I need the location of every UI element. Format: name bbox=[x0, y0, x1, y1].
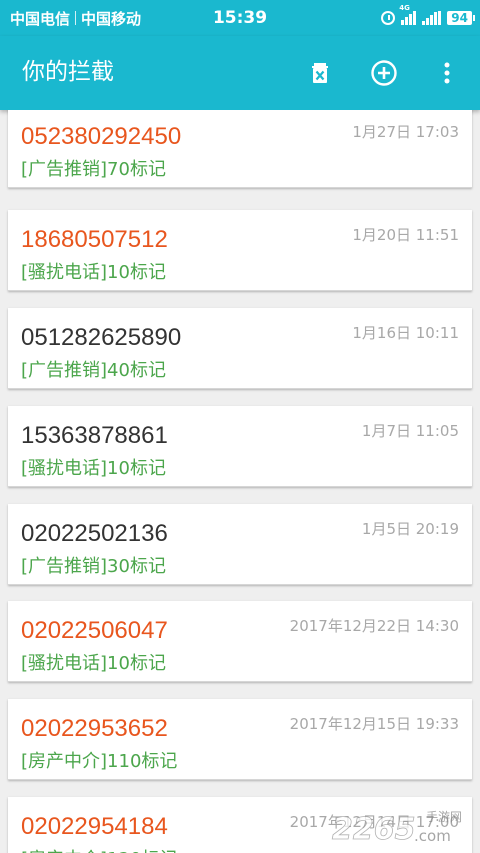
call-time: 1月7日 11:05 bbox=[361, 422, 459, 440]
mark-label: [房产中介]120标记 bbox=[21, 845, 177, 853]
mark-label: [房产中介]110标记 bbox=[21, 751, 178, 772]
blocked-call-list: 052380292450 [广告推销]70标记 1月27日 17:03 1868… bbox=[0, 110, 480, 853]
battery-icon: 94 bbox=[447, 11, 475, 25]
call-item[interactable]: 02022953652 [房产中介]110标记 2017年12月15日 19:3… bbox=[8, 699, 472, 780]
call-time: 1月20日 11:51 bbox=[352, 226, 459, 244]
network-type: 4G bbox=[399, 4, 410, 12]
call-time: 1月5日 20:19 bbox=[361, 520, 459, 538]
call-item[interactable]: 051282625890 [广告推销]40标记 1月16日 10:11 bbox=[8, 308, 472, 389]
mark-label: [广告推销]30标记 bbox=[21, 556, 166, 577]
phone-number: 052380292450 bbox=[21, 123, 182, 150]
trash-x-icon[interactable] bbox=[305, 58, 335, 88]
alarm-icon bbox=[381, 11, 396, 25]
mark-label: [骚扰电话]10标记 bbox=[21, 458, 166, 479]
watermark-label: 手游网 bbox=[426, 810, 462, 824]
call-time: 2017年12月22日 14:30 bbox=[289, 617, 459, 635]
signal-icon bbox=[422, 11, 442, 25]
call-time: 1月27日 17:03 bbox=[352, 123, 459, 141]
status-indicators: 4G 94 bbox=[381, 0, 475, 36]
app-bar: 你的拦截 bbox=[0, 36, 480, 110]
phone-number: 02022502136 bbox=[21, 520, 168, 547]
phone-number: 18680507512 bbox=[21, 226, 168, 253]
call-item[interactable]: 02022502136 [广告推销]30标记 1月5日 20:19 bbox=[8, 504, 472, 585]
phone-number: 02022953652 bbox=[21, 715, 168, 742]
more-vert-icon[interactable] bbox=[432, 58, 462, 88]
call-item[interactable]: 02022506047 [骚扰电话]10标记 2017年12月22日 14:30 bbox=[8, 601, 472, 682]
mark-label: [广告推销]70标记 bbox=[21, 159, 166, 180]
call-time: 1月16日 10:11 bbox=[352, 324, 459, 342]
call-item[interactable]: 15363878861 [骚扰电话]10标记 1月7日 11:05 bbox=[8, 406, 472, 487]
mark-label: [骚扰电话]10标记 bbox=[21, 653, 166, 674]
phone-number: 02022954184 bbox=[21, 813, 168, 840]
phone-number: 051282625890 bbox=[21, 324, 182, 351]
watermark-domain: .com bbox=[414, 827, 451, 845]
status-bar: 中国电信 中国移动 15:39 4G 94 bbox=[0, 0, 480, 36]
call-time: 2017年12月15日 19:33 bbox=[289, 715, 459, 733]
mobile-data-icon: 4G bbox=[399, 4, 417, 25]
call-item[interactable]: 18680507512 [骚扰电话]10标记 1月20日 11:51 bbox=[8, 210, 472, 291]
call-item[interactable]: 052380292450 [广告推销]70标记 1月27日 17:03 bbox=[8, 110, 472, 188]
mark-label: [骚扰电话]10标记 bbox=[21, 262, 166, 283]
add-circle-icon[interactable] bbox=[369, 58, 399, 88]
mark-label: [广告推销]40标记 bbox=[21, 360, 166, 381]
site-watermark: 2265 .com 手游网 bbox=[332, 810, 462, 847]
phone-number: 02022506047 bbox=[21, 617, 168, 644]
phone-number: 15363878861 bbox=[21, 422, 168, 449]
watermark-logo: 2265 bbox=[332, 812, 416, 847]
page-title: 你的拦截 bbox=[22, 59, 114, 85]
